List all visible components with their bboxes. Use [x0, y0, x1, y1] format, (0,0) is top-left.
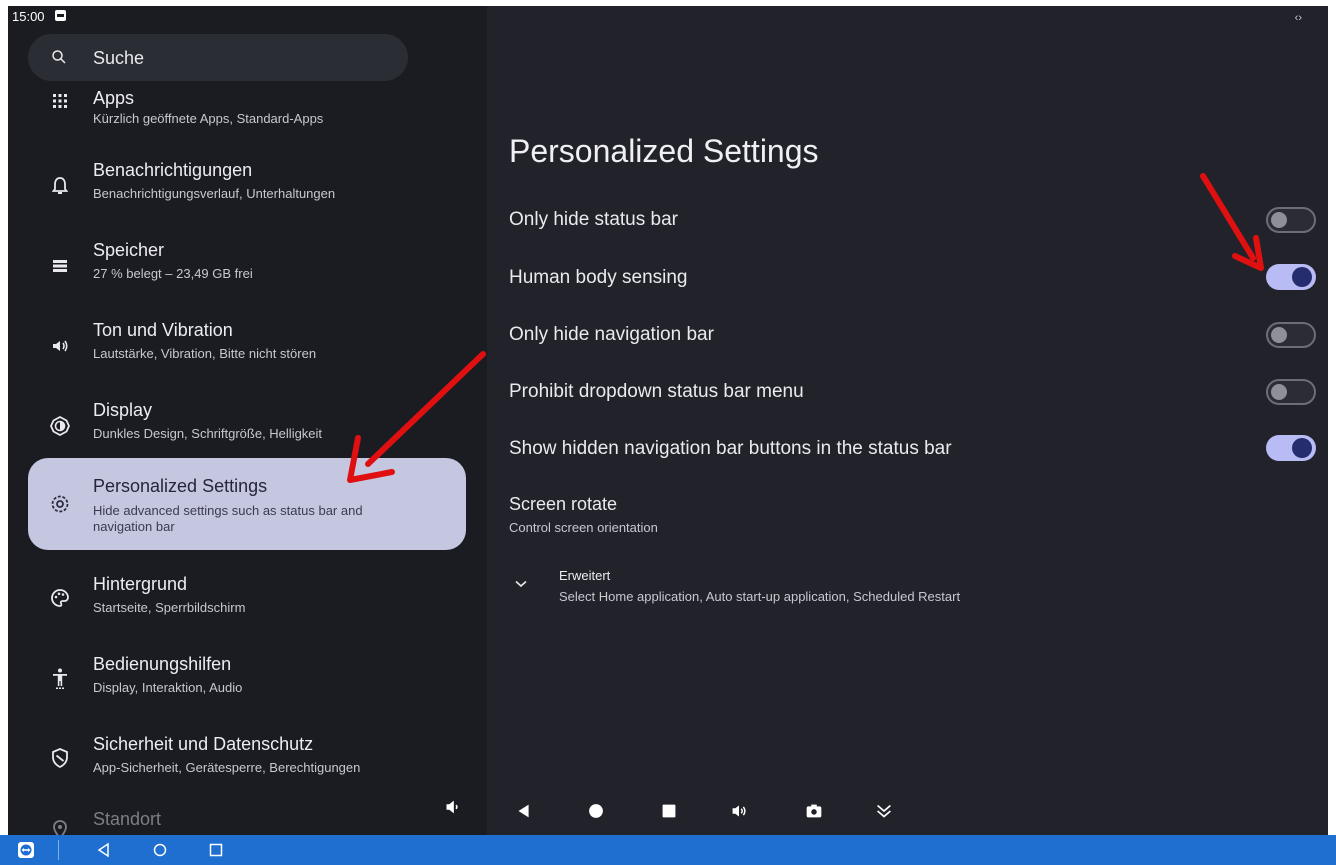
- sidebar-item-title: Ton und Vibration: [93, 320, 233, 340]
- toggle-label: Only hide status bar: [509, 209, 678, 230]
- sidebar-item-subtitle: Startseite, Sperrbildschirm: [93, 600, 246, 615]
- expand-arrows-icon[interactable]: ‹›: [1295, 12, 1302, 24]
- teamviewer-status-icon: [55, 10, 66, 21]
- home-icon[interactable]: [152, 842, 168, 858]
- chevron-down-icon[interactable]: [514, 579, 528, 589]
- toggle-label: Human body sensing: [509, 267, 688, 288]
- sidebar-item-subtitle: Lautstärke, Vibration, Bitte nicht störe…: [93, 346, 317, 361]
- sidebar-item-sound[interactable]: Ton und Vibration Lautstärke, Vibration,…: [28, 306, 466, 386]
- toggle-row-prohibit-dropdown[interactable]: Prohibit dropdown status bar menu: [509, 379, 1316, 405]
- screenshot-icon[interactable]: [803, 800, 825, 822]
- sidebar-item-personalized-settings[interactable]: Personalized Settings Hide advanced sett…: [28, 458, 466, 550]
- toggle-row-human-body-sensing[interactable]: Human body sensing: [509, 264, 1316, 290]
- accessibility-icon: [53, 668, 67, 689]
- taskbar-divider: [58, 840, 59, 860]
- sidebar-item-location[interactable]: Standort: [28, 796, 466, 835]
- back-icon[interactable]: [96, 842, 112, 858]
- bell-icon: [51, 177, 69, 194]
- host-taskbar: [0, 835, 1336, 865]
- volume-down-icon[interactable]: [441, 796, 463, 818]
- sidebar-item-title: Sicherheit und Datenschutz: [93, 734, 314, 754]
- storage-icon: [53, 260, 67, 272]
- search-icon: [52, 50, 66, 64]
- toggle-label: Only hide navigation bar: [509, 324, 714, 345]
- sidebar-item-title: Bedienungshilfen: [93, 654, 232, 674]
- location-icon: [53, 820, 67, 835]
- sidebar-item-wallpaper[interactable]: Hintergrund Startseite, Sperrbildschirm: [28, 558, 466, 638]
- speaker-icon: [53, 340, 68, 352]
- toggle-switch[interactable]: [1266, 435, 1316, 461]
- toggle-knob: [1292, 438, 1312, 458]
- toggle-knob: [1271, 327, 1287, 343]
- gear-icon: [51, 495, 69, 513]
- settings-sidebar: 15:00 Suche Apps Kürzlich geöffnete Apps…: [8, 6, 487, 835]
- sidebar-item-subtitle: Benachrichtigungsverlauf, Unterhaltungen: [93, 186, 336, 201]
- recents-icon[interactable]: [208, 842, 224, 858]
- toggle-row-hide-status-bar[interactable]: Only hide status bar: [509, 207, 1316, 233]
- screen-rotate-subtitle: Control screen orientation: [509, 520, 658, 535]
- recents-icon[interactable]: [658, 800, 680, 822]
- advanced-subtitle: Select Home application, Auto start-up a…: [559, 589, 961, 604]
- toggle-knob: [1271, 212, 1287, 228]
- toggle-switch[interactable]: [1266, 264, 1316, 290]
- shield-icon: [52, 748, 68, 769]
- toggle-row-hide-navigation-bar[interactable]: Only hide navigation bar: [509, 322, 1316, 348]
- teamviewer-icon[interactable]: [18, 842, 34, 858]
- toggle-label: Prohibit dropdown status bar menu: [509, 381, 804, 402]
- sidebar-item-subtitle: 27 % belegt – 23,49 GB frei: [93, 266, 253, 281]
- sidebar-item-storage[interactable]: Speicher 27 % belegt – 23,49 GB frei: [28, 226, 466, 306]
- sidebar-item-title: Standort: [93, 809, 162, 829]
- palette-icon: [51, 589, 69, 607]
- search-placeholder: Suche: [93, 48, 145, 68]
- page-title: Personalized Settings: [509, 133, 819, 169]
- toggle-row-show-hidden-nav-buttons[interactable]: Show hidden navigation bar buttons in th…: [509, 435, 1316, 461]
- sidebar-item-apps[interactable]: Apps Kürzlich geöffnete Apps, Standard-A…: [28, 74, 466, 154]
- back-icon[interactable]: [513, 800, 535, 822]
- sidebar-item-title: Benachrichtigungen: [93, 160, 253, 180]
- toggle-switch[interactable]: [1266, 379, 1316, 405]
- screen-rotate-title[interactable]: Screen rotate: [509, 494, 617, 515]
- sidebar-item-accessibility[interactable]: Bedienungshilfen Display, Interaktion, A…: [28, 638, 466, 718]
- sidebar-item-title: Apps: [93, 88, 135, 108]
- sidebar-item-notifications[interactable]: Benachrichtigungen Benachrichtigungsverl…: [28, 146, 466, 226]
- sidebar-item-security[interactable]: Sicherheit und Datenschutz App-Sicherhei…: [28, 718, 466, 798]
- sidebar-item-subtitle: Dunkles Design, Schriftgröße, Helligkeit: [93, 426, 323, 441]
- home-icon[interactable]: [585, 800, 607, 822]
- collapse-icon[interactable]: [873, 800, 895, 822]
- sidebar-item-title: Display: [93, 400, 153, 420]
- sidebar-item-subtitle-line2: navigation bar: [93, 519, 175, 534]
- toggle-knob: [1271, 384, 1287, 400]
- toggle-label: Show hidden navigation bar buttons in th…: [509, 438, 952, 459]
- sidebar-item-subtitle: Hide advanced settings such as status ba…: [93, 503, 363, 518]
- sidebar-item-title: Hintergrund: [93, 574, 188, 594]
- apps-grid-icon: [53, 94, 67, 108]
- sidebar-item-title: Speicher: [93, 240, 165, 260]
- sidebar-item-subtitle: App-Sicherheit, Gerätesperre, Berechtigu…: [93, 760, 361, 775]
- settings-detail-pane: ‹› Personalized Settings Only hide statu…: [487, 6, 1328, 835]
- brightness-icon: [50, 415, 70, 437]
- sidebar-item-subtitle: Display, Interaktion, Audio: [93, 680, 243, 695]
- status-time: 15:00: [12, 9, 45, 24]
- volume-up-icon[interactable]: [728, 800, 750, 822]
- toggle-switch[interactable]: [1266, 322, 1316, 348]
- toggle-knob: [1292, 267, 1312, 287]
- sidebar-item-display[interactable]: Display Dunkles Design, Schriftgröße, He…: [28, 386, 466, 466]
- toggle-switch[interactable]: [1266, 207, 1316, 233]
- sidebar-item-title: Personalized Settings: [93, 476, 268, 496]
- advanced-title[interactable]: Erweitert: [559, 568, 610, 583]
- device-screen: 15:00 Suche Apps Kürzlich geöffnete Apps…: [8, 6, 1328, 835]
- sidebar-item-subtitle: Kürzlich geöffnete Apps, Standard-Apps: [93, 111, 324, 126]
